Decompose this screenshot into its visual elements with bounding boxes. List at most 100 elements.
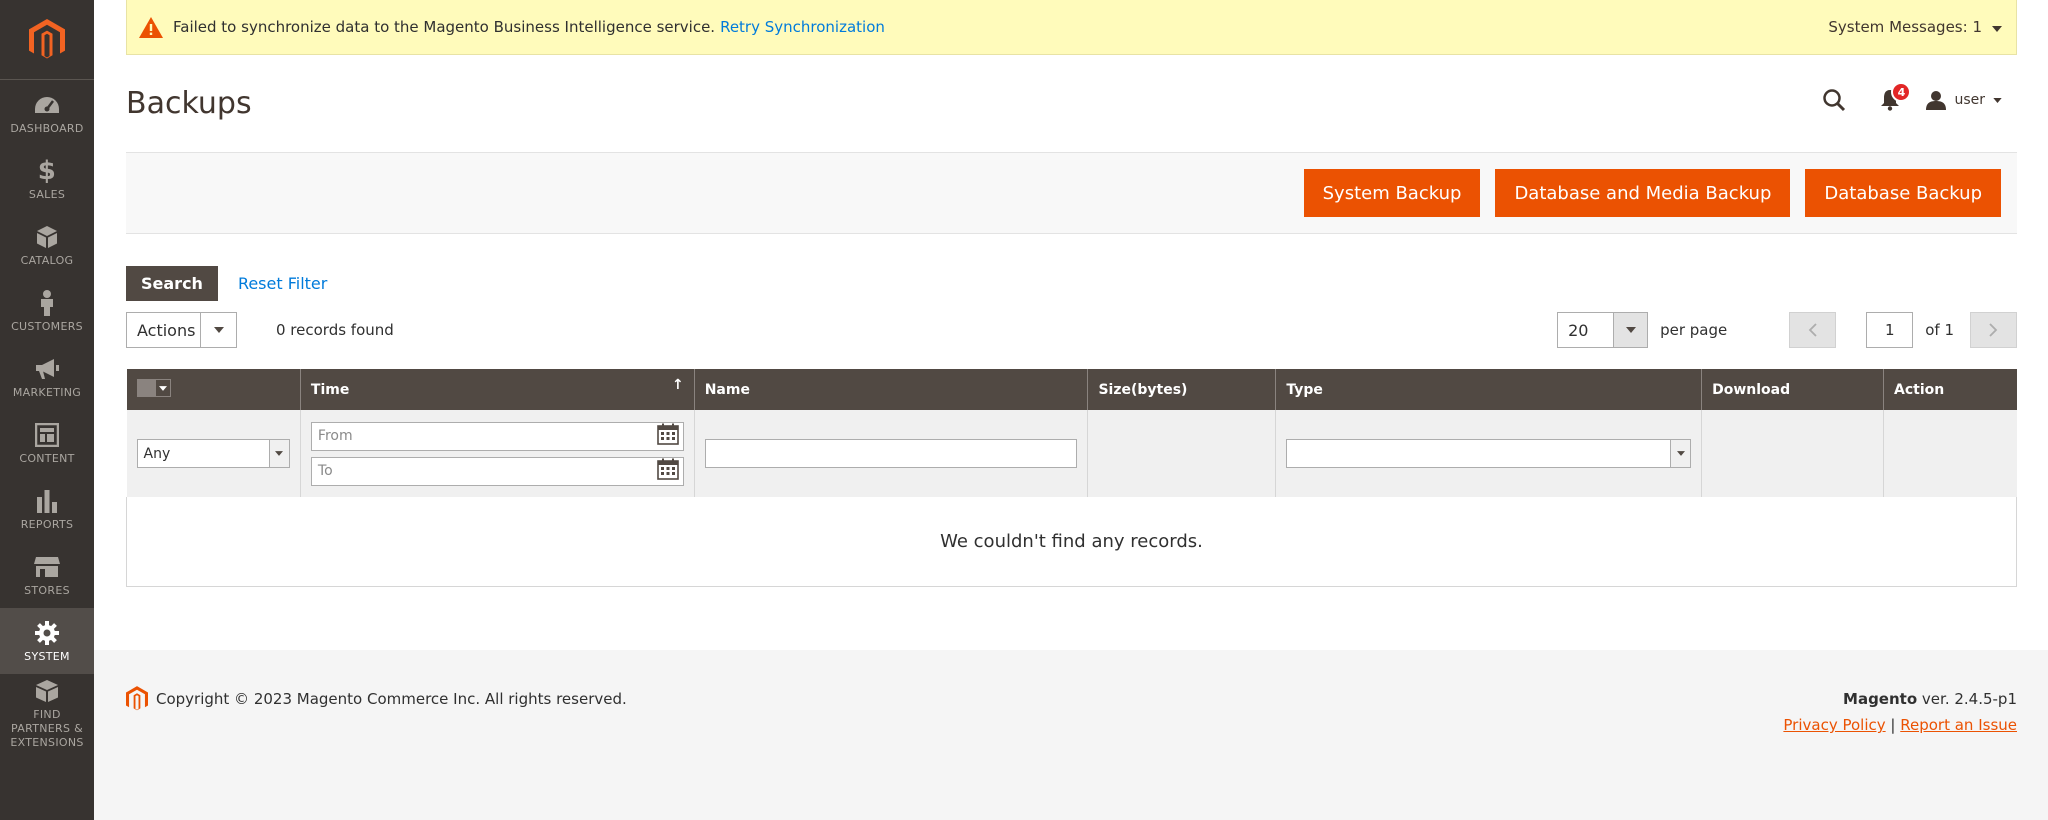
megaphone-icon [34, 355, 60, 383]
chevron-right-icon [1989, 323, 1998, 337]
empty-row: We couldn't find any records. [126, 497, 2017, 587]
column-header-label: Action [1894, 381, 1945, 398]
filter-cell-action [1883, 410, 2017, 497]
empty-message: We couldn't find any records. [126, 497, 2017, 587]
prev-page-button[interactable] [1789, 312, 1837, 348]
system-messages-toggle[interactable]: System Messages: 1 [1828, 18, 2002, 36]
backups-grid: Time ↑ Name Size(bytes) Type Download Ac… [126, 369, 2017, 587]
sidebar-item-stores[interactable]: Stores [0, 542, 94, 608]
sidebar-item-partners[interactable]: Find Partners & Extensions [0, 674, 94, 752]
sidebar-item-system[interactable]: System [0, 608, 94, 674]
page-actions-bar: System Backup Database and Media Backup … [126, 152, 2017, 234]
records-count: 0 records found [276, 321, 394, 339]
time-from-input[interactable]: From [310, 421, 684, 451]
column-header-name[interactable]: Name [694, 369, 1089, 410]
gear-icon [34, 619, 60, 647]
report-issue-link[interactable]: Report an Issue [1900, 716, 2017, 734]
filter-cell-select: Any [126, 410, 301, 497]
reset-filter-link[interactable]: Reset Filter [238, 274, 327, 293]
sidebar-item-content[interactable]: Content [0, 410, 94, 476]
column-header-label: Name [704, 381, 750, 398]
mass-actions-select[interactable]: Actions [126, 312, 237, 348]
retry-sync-link[interactable]: Retry Synchronization [720, 18, 885, 36]
db-media-backup-button[interactable]: Database and Media Backup [1495, 169, 1791, 217]
sidebar-item-marketing[interactable]: Marketing [0, 344, 94, 410]
any-filter-select[interactable]: Any [136, 439, 290, 468]
person-icon [39, 289, 55, 317]
sidebar-item-label: Dashboard [10, 121, 84, 135]
search-icon[interactable] [1822, 88, 1846, 112]
magento-logo-icon [29, 18, 65, 58]
system-message-text: Failed to synchronize data to the Magent… [173, 18, 716, 36]
magento-logo[interactable] [0, 0, 94, 80]
chevron-down-icon [1670, 440, 1691, 467]
column-header-download: Download [1701, 369, 1885, 410]
header-actions: 4 user [1822, 82, 2002, 118]
type-filter-select[interactable] [1286, 439, 1692, 468]
sidebar-item-dashboard[interactable]: Dashboard [0, 80, 94, 146]
user-menu[interactable]: user [1926, 90, 2002, 110]
chevron-left-icon [1808, 323, 1817, 337]
dollar-icon: $ [37, 155, 57, 186]
sidebar-item-label: System [24, 649, 70, 663]
calendar-icon[interactable] [656, 458, 679, 484]
filter-row: Any From To [126, 410, 2017, 497]
page-footer: Copyright © 2023 Magento Commerce Inc. A… [126, 686, 2017, 746]
system-messages-count: System Messages: 1 [1828, 18, 1982, 36]
time-to-input[interactable]: To [310, 456, 684, 486]
bar-chart-icon [36, 487, 58, 515]
caret-down-icon [1992, 18, 2002, 36]
mass-select-checkbox [137, 380, 156, 396]
brand-name: Magento [1843, 690, 1918, 708]
mass-select-dropdown[interactable] [136, 379, 171, 397]
system-message-bar: Failed to synchronize data to the Magent… [126, 0, 2017, 55]
notifications-bell[interactable]: 4 [1880, 82, 1912, 111]
pager: 20 per page 1 of 1 [1557, 312, 2017, 348]
column-header-action: Action [1883, 369, 2017, 410]
sidebar-item-label: Find Partners & Extensions [10, 707, 84, 749]
column-header-type[interactable]: Type [1275, 369, 1703, 410]
version-text: ver. 2.4.5-p1 [1921, 690, 2017, 708]
footer-separator: | [1890, 716, 1896, 734]
version-info: Magento ver. 2.4.5-p1 Privacy Policy | R… [1783, 686, 2017, 738]
total-pages: of 1 [1925, 321, 1954, 339]
sidebar-item-reports[interactable]: Reports [0, 476, 94, 542]
copyright-text: Copyright © 2023 Magento Commerce Inc. A… [156, 690, 627, 708]
mass-actions-label: Actions [137, 320, 196, 340]
privacy-policy-link[interactable]: Privacy Policy [1783, 716, 1885, 734]
calendar-icon[interactable] [656, 423, 679, 449]
main-content: Failed to synchronize data to the Magent… [94, 0, 2048, 820]
chevron-down-icon [200, 313, 236, 347]
footer-links: Privacy Policy | Report an Issue [1783, 712, 2017, 738]
sidebar-item-label: Reports [20, 517, 74, 531]
filter-cell-time: From To [300, 410, 695, 497]
filter-cell-name [694, 410, 1089, 497]
sidebar-item-label: Customers [11, 319, 83, 333]
sidebar-item-catalog[interactable]: Catalog [0, 212, 94, 278]
per-page-select[interactable]: 20 [1557, 312, 1649, 348]
caret-down-icon [1993, 97, 2002, 103]
column-header-label: Type [1286, 381, 1323, 398]
column-header-size[interactable]: Size(bytes) [1087, 369, 1277, 410]
chevron-down-icon [268, 440, 289, 467]
chevron-down-icon [1613, 313, 1648, 347]
sidebar-item-label: Content [19, 451, 75, 465]
db-backup-button[interactable]: Database Backup [1805, 169, 2001, 217]
admin-sidebar: Dashboard $ Sales Catalog Customers Mark… [0, 0, 94, 820]
system-backup-button[interactable]: System Backup [1303, 169, 1481, 217]
search-button[interactable]: Search [126, 266, 218, 301]
next-page-button[interactable] [1970, 312, 2017, 348]
box-icon [36, 223, 58, 251]
column-header-label: Size(bytes) [1098, 381, 1188, 398]
sidebar-item-customers[interactable]: Customers [0, 278, 94, 344]
magento-logo-icon [126, 686, 148, 711]
column-header-time[interactable]: Time ↑ [300, 369, 695, 410]
sidebar-item-label: Marketing [12, 385, 82, 399]
page-number-input[interactable]: 1 [1866, 312, 1914, 348]
type-filter-value [1287, 440, 1670, 467]
name-filter-input[interactable] [704, 439, 1078, 468]
per-page-value: 20 [1568, 320, 1589, 340]
time-to-placeholder: To [317, 463, 333, 479]
sidebar-item-sales[interactable]: $ Sales [0, 146, 94, 212]
warning-icon [139, 16, 163, 38]
